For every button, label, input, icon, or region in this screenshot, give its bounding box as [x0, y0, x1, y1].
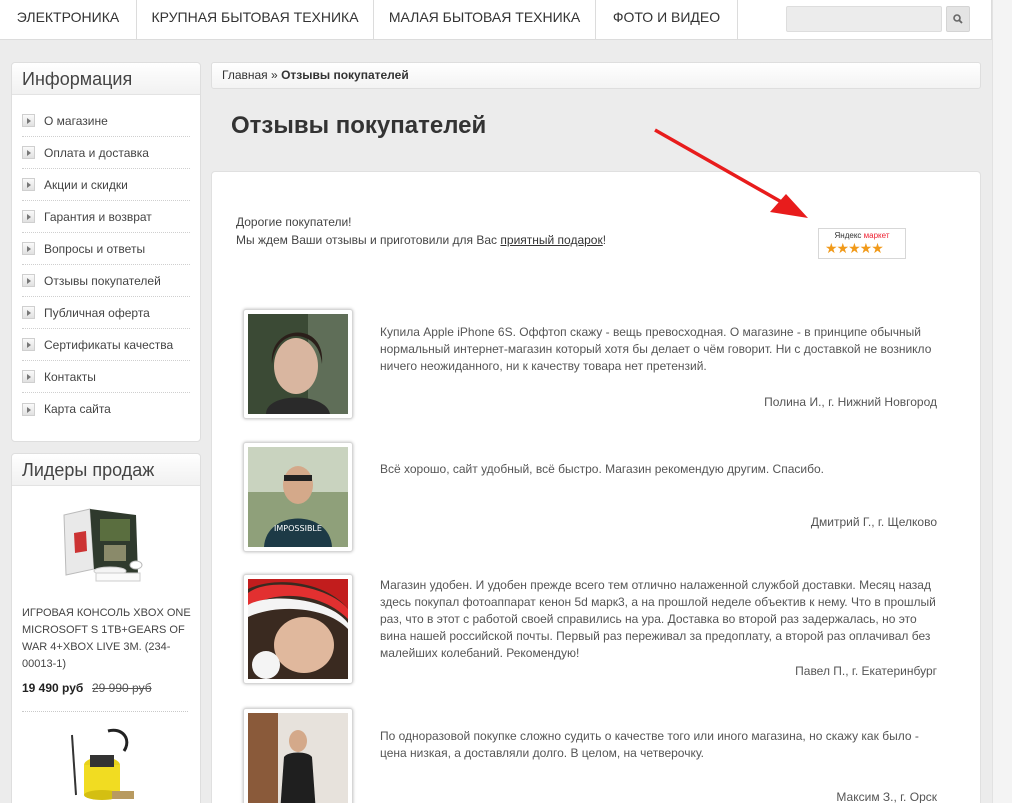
rating-stars-icon: ★★★★★ [825, 240, 884, 256]
arrow-right-icon [22, 146, 35, 159]
page-title: Отзывы покупателей [231, 112, 487, 139]
scrollbar[interactable] [992, 0, 1012, 803]
yandex-market-logo: Яндекс маркет [834, 231, 890, 240]
leader-product-old-price: 29 990 руб [92, 681, 152, 695]
leaders-title: Лидеры продаж [12, 454, 200, 486]
arrow-right-icon [22, 242, 35, 255]
nav-item-photo-video[interactable]: Фото и видео [596, 0, 738, 40]
sidebar-item-reviews[interactable]: Отзывы покупателей [22, 265, 190, 297]
arrow-right-icon [22, 370, 35, 383]
arrow-right-icon [22, 338, 35, 351]
sidebar-item-about[interactable]: О магазине [22, 105, 190, 137]
review-author: Полина И., г. Нижний Новгород [764, 395, 937, 409]
yandex-market-badge[interactable]: Яндекс маркет ★★★★★ [818, 228, 906, 259]
sidebar-item-offer[interactable]: Публичная оферта [22, 297, 190, 329]
arrow-right-icon [22, 114, 35, 127]
intro-invite: Мы ждем Ваши отзывы и приготовили для Ва… [236, 233, 607, 247]
leader-product-price: 19 490 руб [22, 681, 84, 695]
info-box: Информация О магазине Оплата и доставка … [11, 62, 201, 442]
sidebar-item-faq[interactable]: Вопросы и ответы [22, 233, 190, 265]
nav-item-small-appliances[interactable]: Малая бытовая техника [374, 0, 596, 40]
reviewer-photo [243, 309, 353, 419]
gift-link[interactable]: приятный подарок [500, 233, 602, 247]
nav-item-large-appliances[interactable]: Крупная бытовая техника [137, 0, 374, 40]
info-title: Информация [12, 63, 200, 95]
info-menu: О магазине Оплата и доставка Акции и ски… [12, 95, 200, 425]
intro-text: Дорогие покупатели! Мы ждем Ваши отзывы … [236, 213, 606, 249]
breadcrumb-separator: » [271, 68, 278, 82]
search-input[interactable] [786, 6, 942, 32]
sidebar-item-promotions[interactable]: Акции и скидки [22, 169, 190, 201]
reviewer-photo [243, 574, 353, 684]
reviewer-photo: IMPOSSIBLE [243, 442, 353, 552]
breadcrumb-home-link[interactable]: Главная [222, 68, 268, 82]
search-button[interactable] [946, 6, 970, 32]
reviewer-photo [243, 708, 353, 803]
breadcrumb: Главная » Отзывы покупателей [211, 62, 981, 89]
svg-text:IMPOSSIBLE: IMPOSSIBLE [274, 524, 322, 533]
arrow-right-icon [22, 402, 35, 416]
divider [22, 711, 188, 712]
review-author: Максим З., г. Орск [836, 790, 937, 803]
review-text: Магазин удобен. И удобен прежде всего те… [380, 578, 936, 660]
search-icon [953, 14, 963, 24]
sidebar-item-payment[interactable]: Оплата и доставка [22, 137, 190, 169]
sidebar-item-contacts[interactable]: Контакты [22, 361, 190, 393]
arrow-right-icon [22, 210, 35, 223]
product-image-vacuum[interactable] [62, 725, 138, 803]
leader-product-name[interactable]: ИГРОВАЯ КОНСОЛЬ XBOX ONE MICROSOFT S 1TB… [22, 605, 197, 673]
arrow-right-icon [22, 306, 35, 319]
review-text: По одноразовой покупке сложно судить о к… [380, 729, 919, 760]
review-text: Всё хорошо, сайт удобный, всё быстро. Ма… [380, 462, 824, 476]
arrow-right-icon [22, 274, 35, 287]
review-text: Купила Apple iPhone 6S. Оффтоп скажу - в… [380, 325, 932, 373]
sidebar-item-sitemap[interactable]: Карта сайта [22, 393, 190, 425]
review-author: Павел П., г. Екатеринбург [795, 664, 937, 678]
nav-item-electronics[interactable]: Электроника [0, 0, 137, 40]
breadcrumb-current: Отзывы покупателей [281, 68, 409, 82]
arrow-right-icon [22, 178, 35, 191]
review-author: Дмитрий Г., г. Щелково [810, 515, 937, 529]
sidebar-item-warranty[interactable]: Гарантия и возврат [22, 201, 190, 233]
sidebar-item-certificates[interactable]: Сертификаты качества [22, 329, 190, 361]
intro-greeting: Дорогие покупатели! [236, 215, 352, 229]
product-image-xbox[interactable] [60, 505, 146, 587]
